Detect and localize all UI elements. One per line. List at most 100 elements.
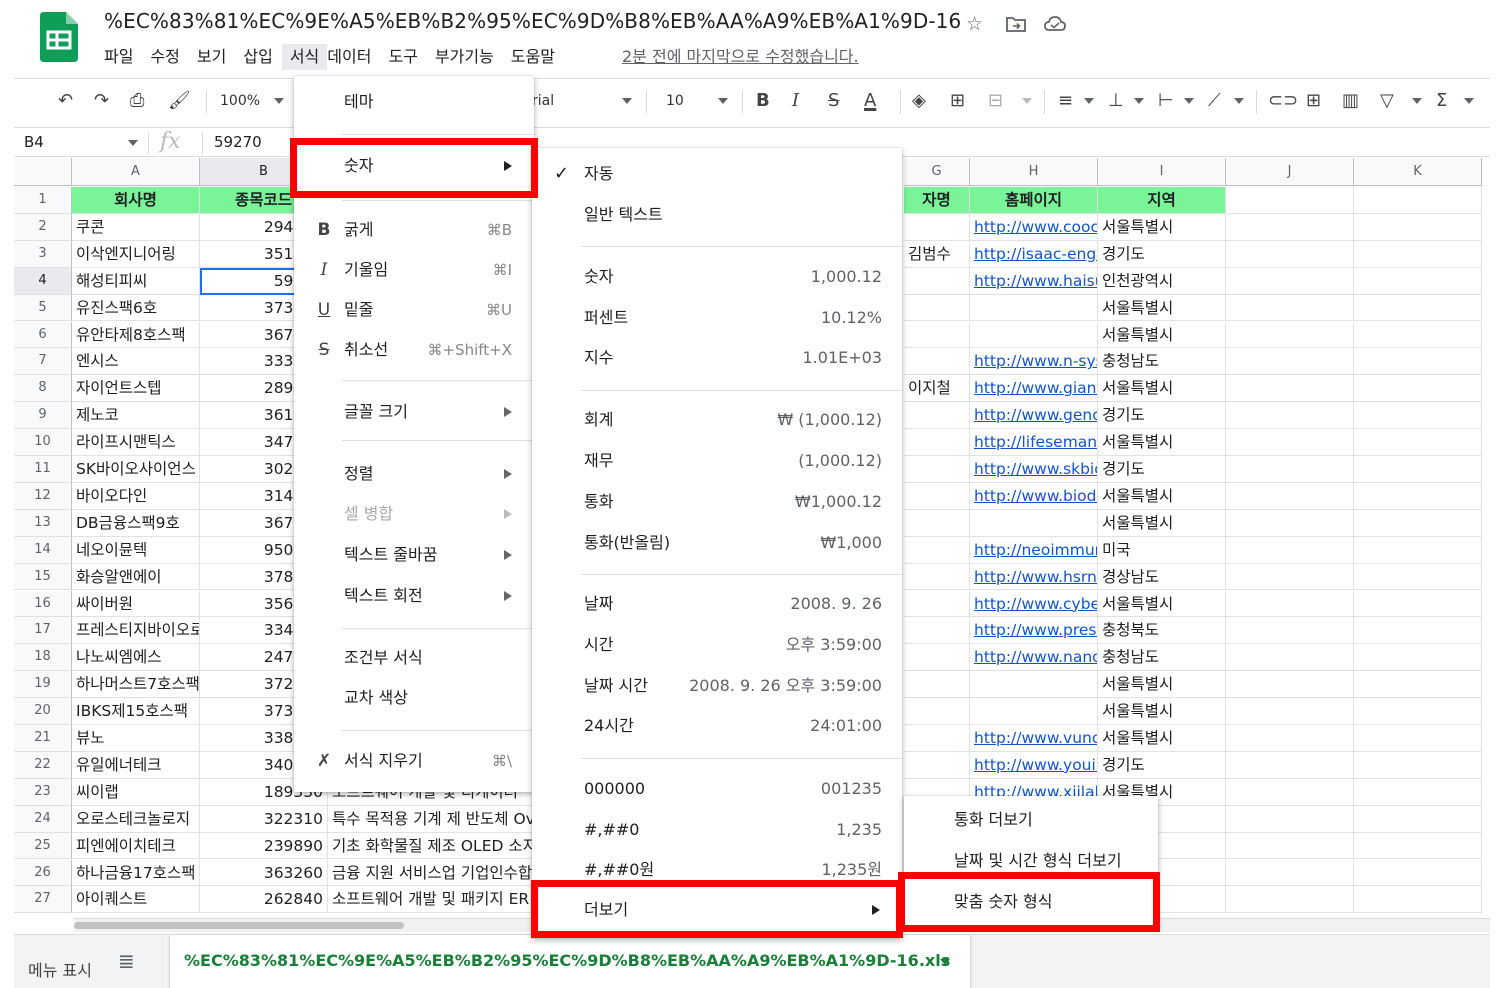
cell-empty[interactable] xyxy=(1354,348,1482,376)
cell-company[interactable]: 자이언트스텝 xyxy=(72,375,200,403)
merge-dropdown-icon[interactable] xyxy=(1022,98,1032,104)
menu-data[interactable]: 데이터 xyxy=(327,44,381,70)
cell-homepage[interactable]: http://www.vuno.c xyxy=(970,725,1098,752)
format-menu-merge-cells[interactable]: 셀 병합 xyxy=(294,494,534,534)
row-header[interactable]: 15 xyxy=(14,563,72,591)
cell-company[interactable]: 나노씨엠에스 xyxy=(72,644,200,672)
last-edit-link[interactable]: 2분 전에 마지막으로 수정했습니다. xyxy=(622,44,859,70)
cell-homepage[interactable]: http://www.giants xyxy=(970,375,1098,403)
cell-industry[interactable]: 기초 화학물질 제조 OLED 소지 xyxy=(328,832,548,860)
row-header[interactable]: 13 xyxy=(14,509,72,537)
cell-region[interactable]: 서울특별시 xyxy=(1098,482,1226,510)
menu-help[interactable]: 도움말 xyxy=(511,44,565,70)
row-header[interactable]: 11 xyxy=(14,456,72,483)
name-box-dropdown-icon[interactable] xyxy=(128,140,138,146)
column-header-j[interactable]: J xyxy=(1226,158,1354,186)
cell-ceo[interactable] xyxy=(904,321,970,349)
cell-region[interactable]: 서울특별시 xyxy=(1098,321,1226,349)
cell-empty[interactable] xyxy=(1354,725,1482,752)
cell-empty[interactable] xyxy=(1354,778,1482,806)
menu-view[interactable]: 보기 xyxy=(197,44,236,70)
cell-company[interactable]: 라이프시맨틱스 xyxy=(72,429,200,456)
column-header-a[interactable]: A xyxy=(72,158,200,186)
cell-empty[interactable] xyxy=(1354,213,1482,241)
print-icon[interactable]: ⎙ xyxy=(130,89,144,113)
cell-homepage[interactable]: http://www.skbios xyxy=(970,456,1098,483)
row-header[interactable]: 24 xyxy=(14,805,72,833)
cell-empty[interactable] xyxy=(1354,375,1482,403)
cell-homepage[interactable]: http://www.cooco xyxy=(970,213,1098,241)
row-header[interactable]: 2 xyxy=(14,213,72,241)
cell-empty[interactable] xyxy=(1226,859,1354,887)
cell-homepage[interactable]: http://www.n-sys. xyxy=(970,348,1098,376)
formula-input[interactable]: 59270 xyxy=(214,133,262,151)
cell-homepage[interactable]: http://www.prestic xyxy=(970,617,1098,645)
cell-company[interactable]: 제노코 xyxy=(72,402,200,430)
cell-company[interactable]: 화승알앤에이 xyxy=(72,563,200,591)
cell-homepage[interactable]: 홈페이지 xyxy=(970,187,1098,214)
cell-ceo[interactable] xyxy=(904,348,970,376)
cell-homepage[interactable]: http://lifesemantic xyxy=(970,429,1098,456)
row-header[interactable]: 8 xyxy=(14,375,72,403)
insert-link-icon[interactable]: ⊂⊃ xyxy=(1268,89,1298,113)
cell-company[interactable]: 하나금융17호스팩 xyxy=(72,859,200,887)
text-color-button[interactable]: A xyxy=(864,89,876,113)
number-scientific[interactable]: 지수 1.01E+03 xyxy=(532,338,902,378)
cell-region[interactable]: 경기도 xyxy=(1098,751,1226,779)
menu-insert[interactable]: 삽입 xyxy=(243,44,282,70)
more-currencies[interactable]: 통화 더보기 xyxy=(904,800,1158,840)
cell-empty[interactable] xyxy=(1354,536,1482,564)
wrap-dropdown-icon[interactable] xyxy=(1184,98,1194,104)
cell-ceo[interactable] xyxy=(904,751,970,779)
cell-company[interactable]: 엔시스 xyxy=(72,348,200,376)
cell-homepage[interactable]: http://www.nanoc xyxy=(970,644,1098,672)
horizontal-align-icon[interactable]: ≡ xyxy=(1058,89,1073,113)
row-header[interactable]: 22 xyxy=(14,751,72,779)
sheets-logo-icon[interactable] xyxy=(40,12,78,62)
cell-empty[interactable] xyxy=(1354,240,1482,268)
text-rotate-icon[interactable]: ⟋ xyxy=(1208,89,1221,113)
cell-empty[interactable] xyxy=(1226,805,1354,833)
functions-dropdown-icon[interactable] xyxy=(1464,98,1474,104)
font-select[interactable]: rial xyxy=(532,89,554,113)
cell-empty[interactable] xyxy=(1226,698,1354,725)
row-header[interactable]: 25 xyxy=(14,832,72,860)
number-date[interactable]: 날짜 2008. 9. 26 xyxy=(532,584,902,624)
row-header[interactable]: 21 xyxy=(14,725,72,752)
cell-empty[interactable] xyxy=(1226,563,1354,591)
cell-ceo[interactable] xyxy=(904,698,970,725)
cell-company[interactable]: 아이퀘스트 xyxy=(72,886,200,914)
cell-empty[interactable] xyxy=(1354,859,1482,887)
menu-addons[interactable]: 부가기능 xyxy=(435,44,504,70)
borders-icon[interactable]: ⊞ xyxy=(950,89,965,113)
number-plain-text[interactable]: 일반 텍스트 xyxy=(532,195,902,235)
cell-ceo[interactable] xyxy=(904,267,970,295)
cell-empty[interactable] xyxy=(1226,240,1354,268)
document-title[interactable]: %EC%83%81%EC%9E%A5%EB%B2%95%EC%9D%B8%EB%… xyxy=(104,9,961,33)
rotate-dropdown-icon[interactable] xyxy=(1234,98,1244,104)
row-header[interactable]: 23 xyxy=(14,778,72,806)
zoom-select[interactable]: 100% xyxy=(220,89,260,113)
cell-empty[interactable] xyxy=(1226,590,1354,618)
cell-region[interactable]: 서울특별시 xyxy=(1098,509,1226,537)
cell-region[interactable]: 서울특별시 xyxy=(1098,294,1226,322)
select-all-corner[interactable] xyxy=(14,158,72,186)
cell-homepage[interactable] xyxy=(970,321,1098,349)
cell-region[interactable]: 충청남도 xyxy=(1098,644,1226,672)
menu-tools[interactable]: 도구 xyxy=(388,44,427,70)
cell-region[interactable]: 서울특별시 xyxy=(1098,429,1226,456)
row-header[interactable]: 18 xyxy=(14,644,72,672)
cell-empty[interactable] xyxy=(1354,563,1482,591)
strikethrough-button[interactable]: S xyxy=(828,89,839,113)
cell-ceo[interactable]: 김범수 xyxy=(904,240,970,268)
cell-empty[interactable] xyxy=(1354,805,1482,833)
cell-homepage[interactable]: http://www.hsrna. xyxy=(970,563,1098,591)
format-menu-strikethrough[interactable]: S 취소선 ⌘+Shift+X xyxy=(294,330,534,370)
row-header[interactable]: 5 xyxy=(14,294,72,322)
cell-empty[interactable] xyxy=(1354,429,1482,456)
cell-empty[interactable] xyxy=(1226,509,1354,537)
cell-empty[interactable] xyxy=(1226,294,1354,322)
cell-empty[interactable] xyxy=(1354,886,1482,914)
cell-empty[interactable] xyxy=(1226,617,1354,645)
cell-ceo[interactable] xyxy=(904,429,970,456)
